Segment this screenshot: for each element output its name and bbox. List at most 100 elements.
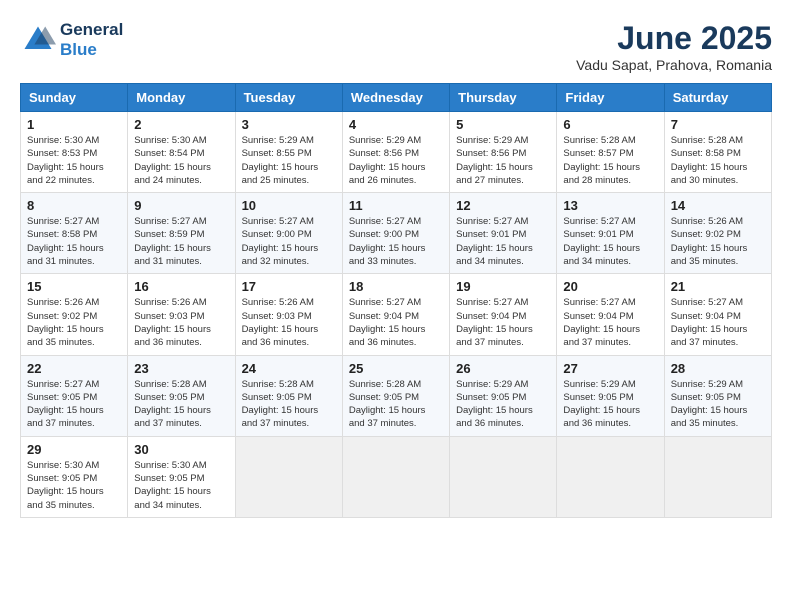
calendar-cell: 26 Sunrise: 5:29 AM Sunset: 9:05 PM Dayl… <box>450 355 557 436</box>
title-area: June 2025 Vadu Sapat, Prahova, Romania <box>576 20 772 73</box>
day-info: Sunrise: 5:26 AM Sunset: 9:02 PM Dayligh… <box>671 215 765 268</box>
calendar-cell: 5 Sunrise: 5:29 AM Sunset: 8:56 PM Dayli… <box>450 112 557 193</box>
calendar-cell: 2 Sunrise: 5:30 AM Sunset: 8:54 PM Dayli… <box>128 112 235 193</box>
day-info: Sunrise: 5:28 AM Sunset: 9:05 PM Dayligh… <box>349 378 443 431</box>
calendar-cell <box>557 436 664 517</box>
calendar-cell: 9 Sunrise: 5:27 AM Sunset: 8:59 PM Dayli… <box>128 193 235 274</box>
day-number: 2 <box>134 117 228 132</box>
day-info: Sunrise: 5:27 AM Sunset: 9:01 PM Dayligh… <box>563 215 657 268</box>
calendar-cell: 7 Sunrise: 5:28 AM Sunset: 8:58 PM Dayli… <box>664 112 771 193</box>
calendar-cell: 17 Sunrise: 5:26 AM Sunset: 9:03 PM Dayl… <box>235 274 342 355</box>
day-number: 23 <box>134 361 228 376</box>
day-number: 16 <box>134 279 228 294</box>
day-info: Sunrise: 5:30 AM Sunset: 8:53 PM Dayligh… <box>27 134 121 187</box>
day-number: 5 <box>456 117 550 132</box>
day-number: 14 <box>671 198 765 213</box>
day-number: 18 <box>349 279 443 294</box>
calendar-cell: 10 Sunrise: 5:27 AM Sunset: 9:00 PM Dayl… <box>235 193 342 274</box>
day-number: 24 <box>242 361 336 376</box>
day-number: 19 <box>456 279 550 294</box>
day-number: 26 <box>456 361 550 376</box>
day-number: 6 <box>563 117 657 132</box>
day-info: Sunrise: 5:27 AM Sunset: 9:00 PM Dayligh… <box>242 215 336 268</box>
header-thursday: Thursday <box>450 84 557 112</box>
calendar-week-2: 8 Sunrise: 5:27 AM Sunset: 8:58 PM Dayli… <box>21 193 772 274</box>
day-info: Sunrise: 5:29 AM Sunset: 8:56 PM Dayligh… <box>349 134 443 187</box>
day-info: Sunrise: 5:29 AM Sunset: 8:56 PM Dayligh… <box>456 134 550 187</box>
day-number: 21 <box>671 279 765 294</box>
day-number: 10 <box>242 198 336 213</box>
day-number: 9 <box>134 198 228 213</box>
header-friday: Friday <box>557 84 664 112</box>
header-wednesday: Wednesday <box>342 84 449 112</box>
day-info: Sunrise: 5:27 AM Sunset: 9:01 PM Dayligh… <box>456 215 550 268</box>
day-info: Sunrise: 5:29 AM Sunset: 9:05 PM Dayligh… <box>671 378 765 431</box>
day-info: Sunrise: 5:26 AM Sunset: 9:03 PM Dayligh… <box>134 296 228 349</box>
calendar-week-4: 22 Sunrise: 5:27 AM Sunset: 9:05 PM Dayl… <box>21 355 772 436</box>
header-monday: Monday <box>128 84 235 112</box>
calendar-cell <box>450 436 557 517</box>
day-info: Sunrise: 5:27 AM Sunset: 9:00 PM Dayligh… <box>349 215 443 268</box>
calendar-cell: 13 Sunrise: 5:27 AM Sunset: 9:01 PM Dayl… <box>557 193 664 274</box>
calendar-cell: 29 Sunrise: 5:30 AM Sunset: 9:05 PM Dayl… <box>21 436 128 517</box>
day-number: 30 <box>134 442 228 457</box>
calendar-cell: 16 Sunrise: 5:26 AM Sunset: 9:03 PM Dayl… <box>128 274 235 355</box>
day-info: Sunrise: 5:29 AM Sunset: 8:55 PM Dayligh… <box>242 134 336 187</box>
day-number: 15 <box>27 279 121 294</box>
day-number: 12 <box>456 198 550 213</box>
calendar-cell: 6 Sunrise: 5:28 AM Sunset: 8:57 PM Dayli… <box>557 112 664 193</box>
calendar-cell <box>235 436 342 517</box>
day-info: Sunrise: 5:27 AM Sunset: 9:04 PM Dayligh… <box>349 296 443 349</box>
calendar-cell: 11 Sunrise: 5:27 AM Sunset: 9:00 PM Dayl… <box>342 193 449 274</box>
calendar-table: SundayMondayTuesdayWednesdayThursdayFrid… <box>20 83 772 518</box>
calendar-cell: 8 Sunrise: 5:27 AM Sunset: 8:58 PM Dayli… <box>21 193 128 274</box>
day-info: Sunrise: 5:29 AM Sunset: 9:05 PM Dayligh… <box>563 378 657 431</box>
day-info: Sunrise: 5:27 AM Sunset: 9:04 PM Dayligh… <box>671 296 765 349</box>
day-info: Sunrise: 5:28 AM Sunset: 9:05 PM Dayligh… <box>242 378 336 431</box>
calendar-cell: 20 Sunrise: 5:27 AM Sunset: 9:04 PM Dayl… <box>557 274 664 355</box>
day-number: 7 <box>671 117 765 132</box>
calendar-week-5: 29 Sunrise: 5:30 AM Sunset: 9:05 PM Dayl… <box>21 436 772 517</box>
calendar-week-1: 1 Sunrise: 5:30 AM Sunset: 8:53 PM Dayli… <box>21 112 772 193</box>
day-number: 8 <box>27 198 121 213</box>
day-number: 1 <box>27 117 121 132</box>
day-number: 4 <box>349 117 443 132</box>
day-info: Sunrise: 5:27 AM Sunset: 8:58 PM Dayligh… <box>27 215 121 268</box>
day-info: Sunrise: 5:29 AM Sunset: 9:05 PM Dayligh… <box>456 378 550 431</box>
calendar-cell: 12 Sunrise: 5:27 AM Sunset: 9:01 PM Dayl… <box>450 193 557 274</box>
day-number: 28 <box>671 361 765 376</box>
day-number: 17 <box>242 279 336 294</box>
day-number: 11 <box>349 198 443 213</box>
header: General Blue June 2025 Vadu Sapat, Praho… <box>20 20 772 73</box>
day-number: 22 <box>27 361 121 376</box>
calendar-cell: 4 Sunrise: 5:29 AM Sunset: 8:56 PM Dayli… <box>342 112 449 193</box>
calendar-cell: 3 Sunrise: 5:29 AM Sunset: 8:55 PM Dayli… <box>235 112 342 193</box>
day-number: 3 <box>242 117 336 132</box>
calendar-cell: 24 Sunrise: 5:28 AM Sunset: 9:05 PM Dayl… <box>235 355 342 436</box>
calendar-cell <box>664 436 771 517</box>
logo-text: General Blue <box>60 20 123 59</box>
day-info: Sunrise: 5:26 AM Sunset: 9:02 PM Dayligh… <box>27 296 121 349</box>
day-info: Sunrise: 5:28 AM Sunset: 9:05 PM Dayligh… <box>134 378 228 431</box>
day-info: Sunrise: 5:26 AM Sunset: 9:03 PM Dayligh… <box>242 296 336 349</box>
day-number: 27 <box>563 361 657 376</box>
calendar-cell: 23 Sunrise: 5:28 AM Sunset: 9:05 PM Dayl… <box>128 355 235 436</box>
calendar-week-3: 15 Sunrise: 5:26 AM Sunset: 9:02 PM Dayl… <box>21 274 772 355</box>
calendar-cell: 1 Sunrise: 5:30 AM Sunset: 8:53 PM Dayli… <box>21 112 128 193</box>
day-number: 29 <box>27 442 121 457</box>
day-info: Sunrise: 5:30 AM Sunset: 8:54 PM Dayligh… <box>134 134 228 187</box>
day-number: 20 <box>563 279 657 294</box>
calendar-cell: 30 Sunrise: 5:30 AM Sunset: 9:05 PM Dayl… <box>128 436 235 517</box>
calendar-header-row: SundayMondayTuesdayWednesdayThursdayFrid… <box>21 84 772 112</box>
day-info: Sunrise: 5:27 AM Sunset: 9:05 PM Dayligh… <box>27 378 121 431</box>
day-info: Sunrise: 5:28 AM Sunset: 8:57 PM Dayligh… <box>563 134 657 187</box>
calendar-title: June 2025 <box>576 20 772 57</box>
day-info: Sunrise: 5:28 AM Sunset: 8:58 PM Dayligh… <box>671 134 765 187</box>
day-number: 25 <box>349 361 443 376</box>
day-info: Sunrise: 5:30 AM Sunset: 9:05 PM Dayligh… <box>27 459 121 512</box>
header-sunday: Sunday <box>21 84 128 112</box>
calendar-cell: 19 Sunrise: 5:27 AM Sunset: 9:04 PM Dayl… <box>450 274 557 355</box>
day-info: Sunrise: 5:27 AM Sunset: 9:04 PM Dayligh… <box>456 296 550 349</box>
calendar-cell: 18 Sunrise: 5:27 AM Sunset: 9:04 PM Dayl… <box>342 274 449 355</box>
day-number: 13 <box>563 198 657 213</box>
